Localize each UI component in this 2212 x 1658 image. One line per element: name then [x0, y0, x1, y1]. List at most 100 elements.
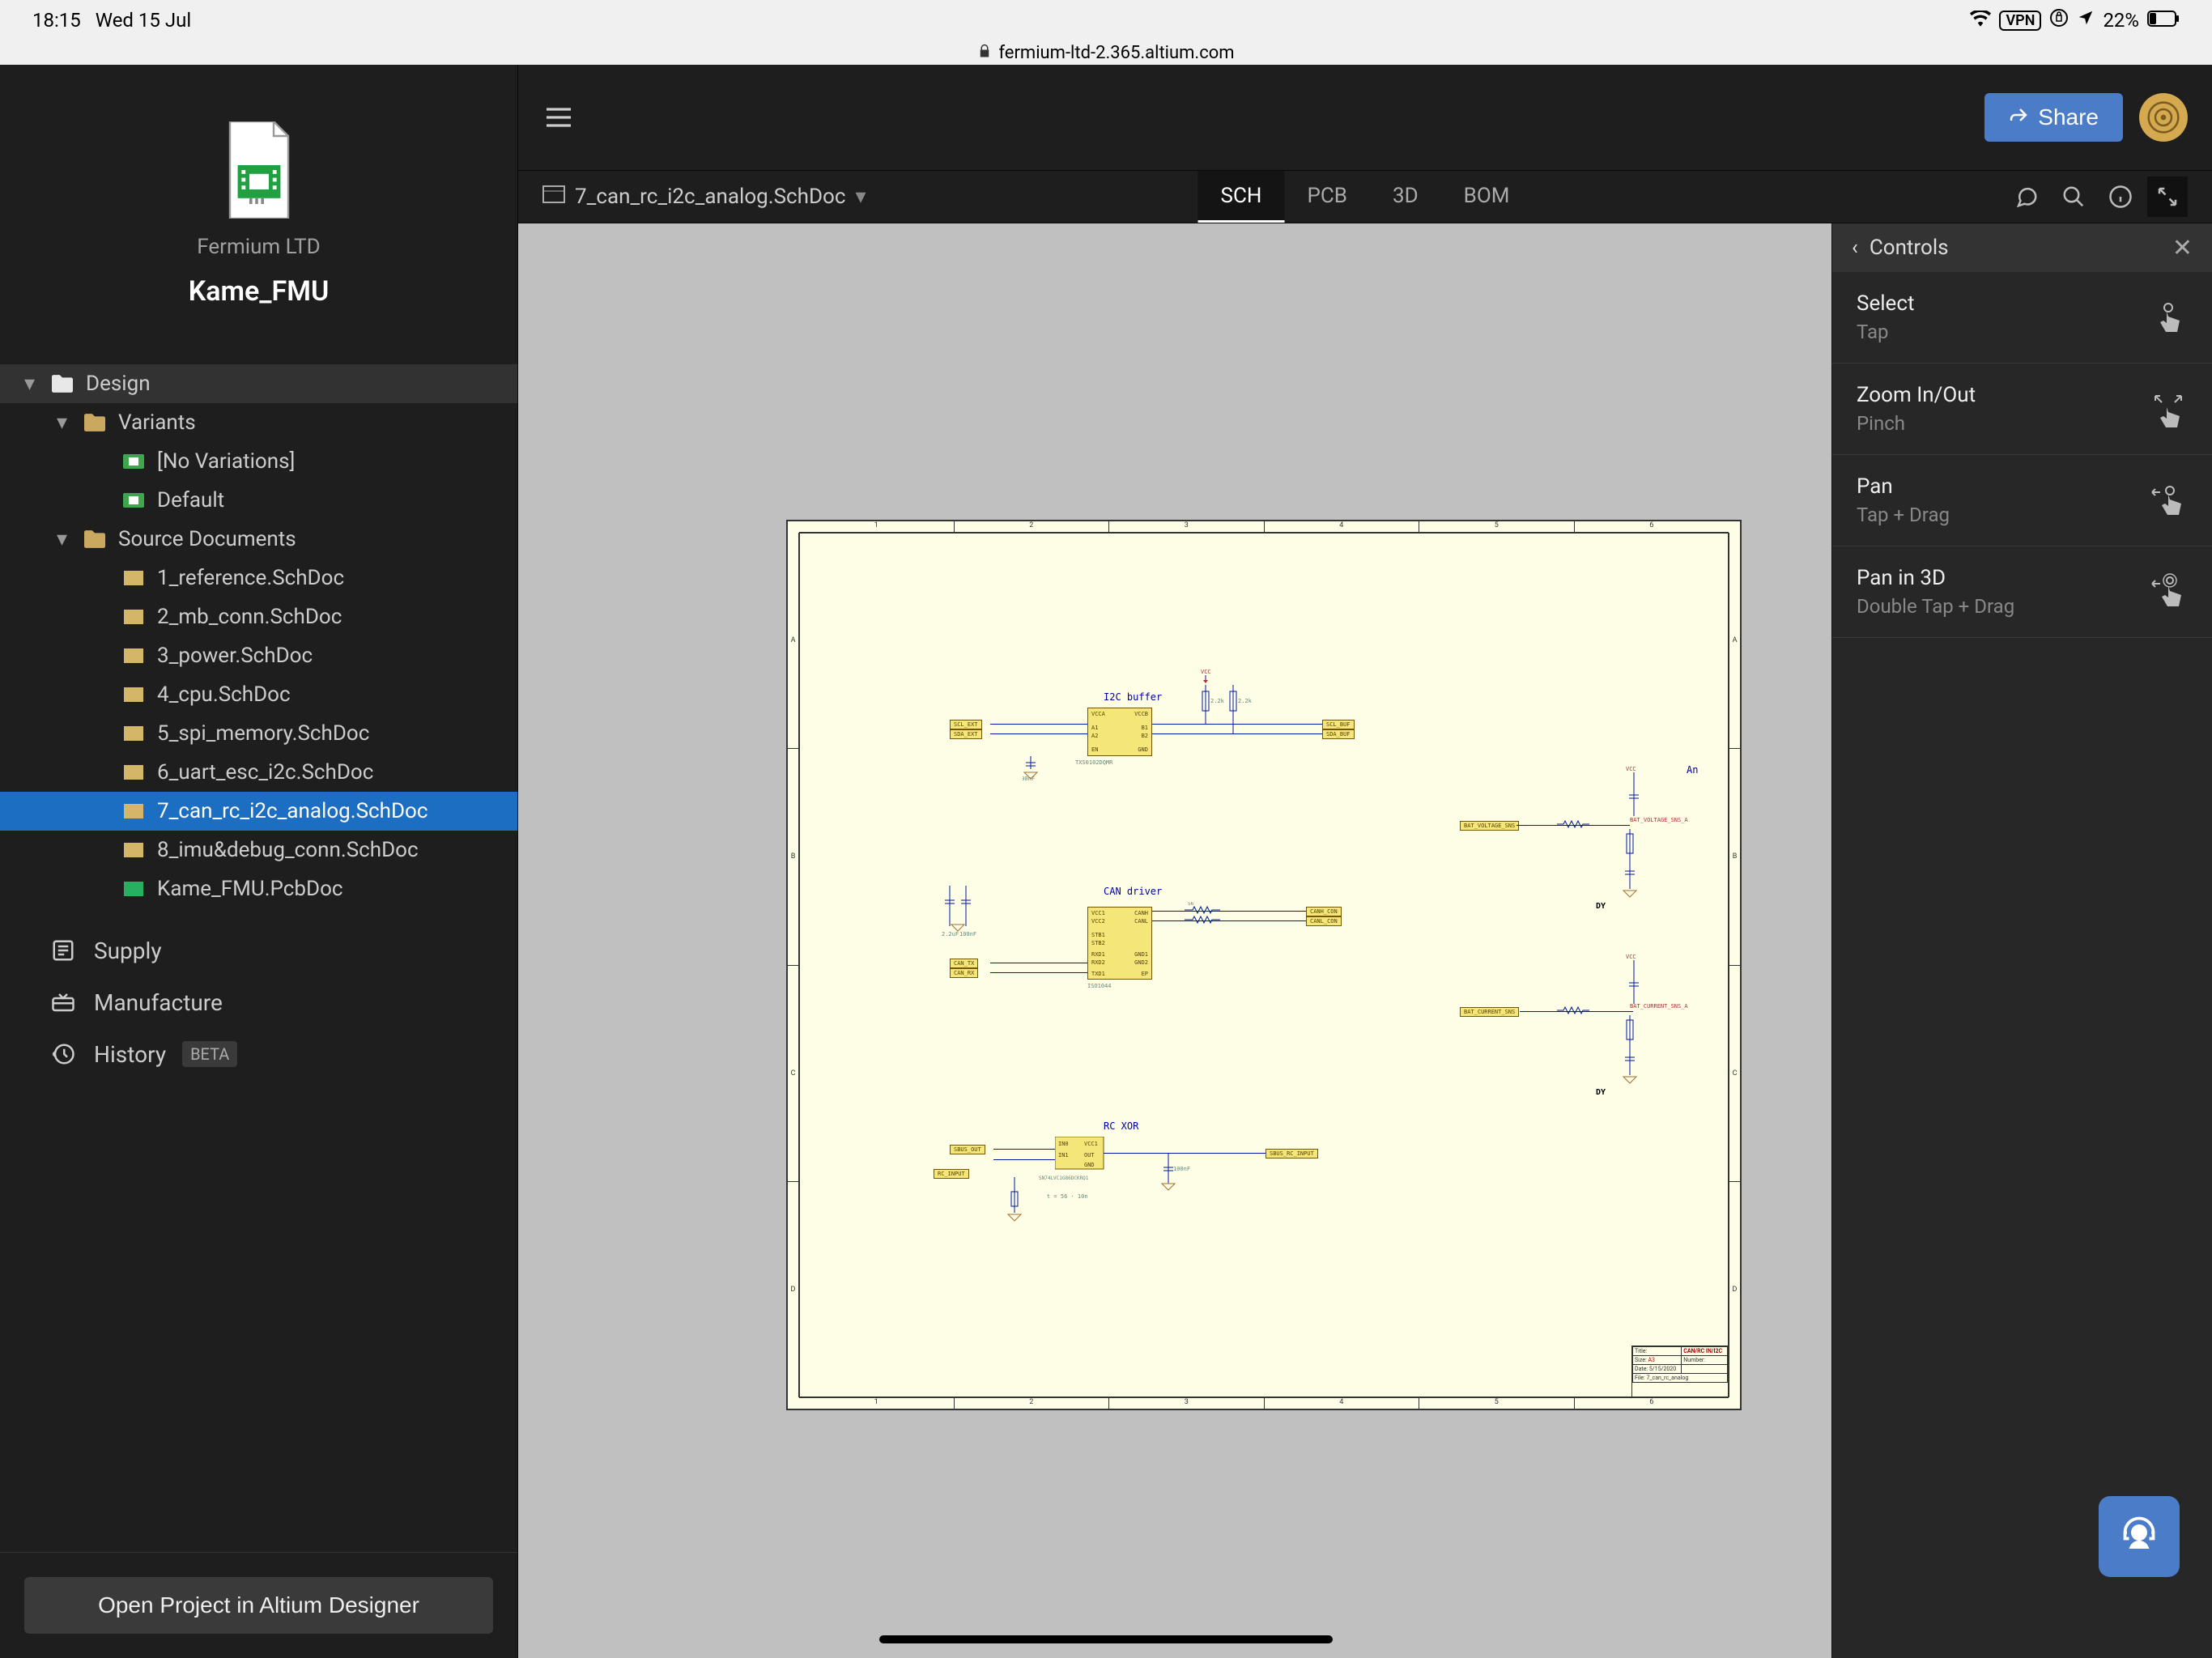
- tree-design[interactable]: ▾ Design: [0, 364, 517, 403]
- close-icon[interactable]: ✕: [2172, 234, 2193, 262]
- ios-status-bar: 18:15 Wed 15 Jul VPN 22%: [0, 0, 2212, 40]
- document-toolbar: 7_can_rc_i2c_analog.SchDoc ▾ SCH PCB 3D …: [518, 170, 2212, 223]
- sbus-rc-port: SBUS_RC_INPUT: [1266, 1149, 1318, 1158]
- tree-doc-3[interactable]: 3_power.SchDoc: [0, 636, 517, 675]
- tree-variants[interactable]: ▾ Variants: [0, 403, 517, 442]
- scl-ext-port: SCL_EXT: [950, 720, 982, 729]
- tab-bom[interactable]: BOM: [1441, 171, 1533, 223]
- fullscreen-button[interactable]: [2147, 176, 2188, 217]
- svg-text:VCC: VCC: [1626, 766, 1636, 772]
- comments-button[interactable]: [2006, 176, 2047, 217]
- tree-doc-6[interactable]: 6_uart_esc_i2c.SchDoc: [0, 753, 517, 792]
- rc-xor-block: RC XOR SBUS_OUT RC_INPUT SBUS_RC_INPUT I…: [958, 1120, 1395, 1234]
- tree-doc-pcb[interactable]: Kame_FMU.PcbDoc: [0, 869, 517, 908]
- battery-icon: [2147, 9, 2180, 32]
- menu-button[interactable]: [542, 101, 575, 134]
- schdoc-icon: [121, 804, 146, 818]
- chevron-down-icon: ▾: [855, 185, 866, 209]
- info-button[interactable]: [2100, 176, 2141, 217]
- svg-text:VCC1: VCC1: [1084, 1141, 1098, 1147]
- pcbdoc-icon: [121, 882, 146, 896]
- svg-text:OUT: OUT: [1084, 1152, 1095, 1158]
- svg-text:2.2k: 2.2k: [1210, 698, 1225, 704]
- tree-source-docs[interactable]: ▾ Source Documents: [0, 520, 517, 559]
- controls-panel: ‹ Controls ✕ SelectTap Zoom In/OutPinch: [1831, 223, 2212, 1658]
- bat-current-port: BAT_CURRENT_SNS: [1460, 1007, 1519, 1017]
- home-indicator[interactable]: [879, 1635, 1333, 1643]
- schdoc-icon: [121, 765, 146, 780]
- share-button[interactable]: Share: [1984, 93, 2123, 142]
- schdoc-icon: [121, 571, 146, 585]
- chevron-left-icon[interactable]: ‹: [1852, 236, 1858, 260]
- variant-icon: [121, 454, 146, 469]
- svg-text:2.2k: 2.2k: [1238, 698, 1253, 704]
- manufacture-icon: [49, 990, 78, 1014]
- svg-text:56: 56: [1188, 902, 1194, 907]
- user-avatar[interactable]: [2139, 93, 2188, 142]
- wifi-icon: [1970, 9, 1991, 32]
- canh-port: CANH_CON: [1306, 907, 1342, 916]
- schdoc-icon: [121, 843, 146, 857]
- search-button[interactable]: [2053, 176, 2094, 217]
- sidebar: Fermium LTD Kame_FMU ▾ Design ▾ Variants: [0, 65, 518, 1658]
- nav-history[interactable]: History BETA: [0, 1028, 517, 1080]
- can-tx-port: CAN_TX: [950, 959, 978, 968]
- support-chat-button[interactable]: [2099, 1496, 2180, 1577]
- controls-header: ‹ Controls ✕: [1832, 223, 2212, 272]
- tab-pcb[interactable]: PCB: [1284, 171, 1370, 223]
- tap-gesture-icon: [2149, 298, 2188, 337]
- status-time: 18:15: [32, 9, 81, 32]
- variant-icon: [121, 493, 146, 508]
- location-icon: [2077, 9, 2095, 32]
- can-driver-block: CAN driver VCC1 VCC2 CANH CANL STB1 STB2…: [958, 878, 1395, 1039]
- schdoc-icon: [121, 610, 146, 624]
- folder-icon: [50, 375, 74, 393]
- canl-port: CANL_CON: [1306, 916, 1342, 926]
- tree-doc-8[interactable]: 8_imu&debug_conn.SchDoc: [0, 831, 517, 869]
- nav-manufacture[interactable]: Manufacture: [0, 976, 517, 1028]
- vpn-badge: VPN: [1999, 11, 2041, 31]
- title-block: Title:CAN/RC IN/I2C Size: A3Number: Date…: [1631, 1346, 1729, 1397]
- tree-doc-2[interactable]: 2_mb_conn.SchDoc: [0, 597, 517, 636]
- can-rx-port: CAN_RX: [950, 968, 978, 978]
- tree-default-variant[interactable]: Default: [0, 481, 517, 520]
- schematic-canvas[interactable]: 123456 123456 ABCD ABCD I2C buffer VCCA …: [518, 223, 2212, 1658]
- schematic-icon: [542, 185, 565, 209]
- svg-text:2.2uF: 2.2uF: [942, 931, 959, 937]
- sda-buf-port: SDA_BUF: [1322, 729, 1355, 739]
- tab-sch[interactable]: SCH: [1198, 171, 1285, 223]
- control-pan: PanTap + Drag: [1832, 455, 2212, 546]
- nav-supply[interactable]: Supply: [0, 925, 517, 976]
- view-tabs: SCH PCB 3D BOM: [1198, 171, 1533, 223]
- control-pan-3d: Pan in 3DDouble Tap + Drag: [1832, 546, 2212, 638]
- sidebar-header: Fermium LTD Kame_FMU: [0, 65, 517, 364]
- chevron-down-icon: ▾: [57, 527, 71, 551]
- folder-icon: [83, 414, 107, 432]
- tree-no-variations[interactable]: [No Variations]: [0, 442, 517, 481]
- svg-text:GND: GND: [1084, 1162, 1095, 1168]
- tree-doc-5[interactable]: 5_spi_memory.SchDoc: [0, 714, 517, 753]
- tab-3d[interactable]: 3D: [1370, 171, 1441, 223]
- svg-text:IN0: IN0: [1058, 1141, 1069, 1147]
- main-area: Share 7_can_rc_i2c_analog.SchDoc ▾ SCH P…: [518, 65, 2212, 1658]
- history-icon: [49, 1042, 78, 1066]
- project-icon: [219, 121, 300, 219]
- tree-doc-7-selected[interactable]: 7_can_rc_i2c_analog.SchDoc: [0, 792, 517, 831]
- org-name: Fermium LTD: [197, 235, 321, 259]
- chevron-down-icon: ▾: [57, 410, 71, 435]
- folder-icon: [83, 530, 107, 548]
- svg-text:IN1: IN1: [1058, 1152, 1069, 1158]
- supply-icon: [49, 938, 78, 963]
- can-chip-icon: VCC1 VCC2 CANH CANL STB1 STB2 RXD1 RXD2 …: [1087, 907, 1152, 980]
- tree-doc-4[interactable]: 4_cpu.SchDoc: [0, 675, 517, 714]
- pan-gesture-icon: [2149, 481, 2188, 520]
- open-in-designer-button[interactable]: Open Project in Altium Designer: [24, 1577, 493, 1634]
- project-tree: ▾ Design ▾ Variants [No Variations]: [0, 364, 517, 1552]
- active-file-tab[interactable]: 7_can_rc_i2c_analog.SchDoc ▾: [542, 171, 866, 223]
- browser-url-bar: fermium-ltd-2.365.altium.com: [0, 40, 2212, 65]
- bat-voltage-port: BAT_VOLTAGE_SNS: [1460, 821, 1519, 831]
- svg-text:VCC: VCC: [1626, 954, 1636, 960]
- tree-doc-1[interactable]: 1_reference.SchDoc: [0, 559, 517, 597]
- svg-text:100nF: 100nF: [959, 931, 976, 937]
- chevron-down-icon: ▾: [24, 372, 39, 396]
